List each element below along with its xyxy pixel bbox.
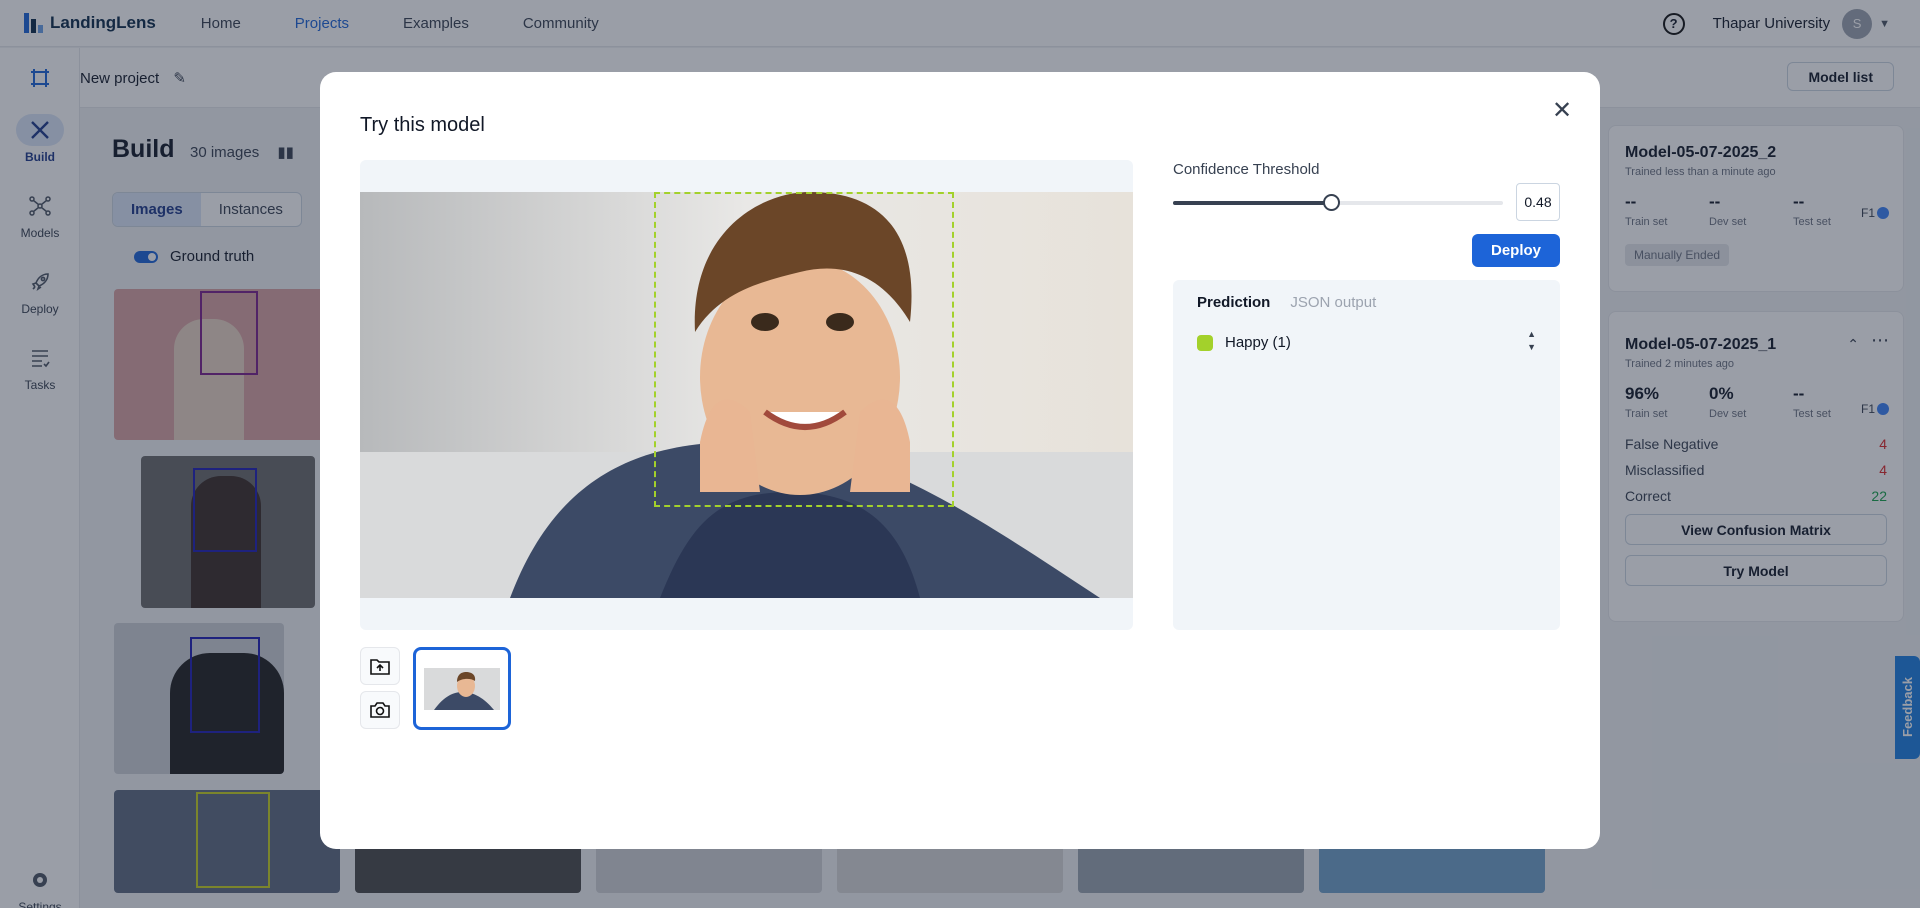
confidence-threshold-slider[interactable] <box>1173 194 1503 211</box>
tab-json-output[interactable]: JSON output <box>1290 294 1376 311</box>
prediction-image <box>360 192 1133 598</box>
threshold-input[interactable]: 0.48 <box>1516 183 1560 221</box>
prediction-item[interactable]: Happy (1) <box>1197 334 1291 351</box>
camera-icon[interactable] <box>360 691 400 729</box>
upload-icon[interactable] <box>360 647 400 685</box>
class-color-swatch <box>1197 334 1213 351</box>
prediction-class-label: Happy (1) <box>1225 334 1291 351</box>
stepper-icon[interactable]: ▲ ▼ <box>1527 328 1536 354</box>
slider-handle[interactable] <box>1323 194 1341 211</box>
selected-image-thumbnail[interactable] <box>413 647 511 730</box>
tab-prediction[interactable]: Prediction <box>1197 294 1270 311</box>
dialog-title: Try this model <box>360 114 485 136</box>
confidence-threshold-label: Confidence Threshold <box>1173 161 1320 178</box>
slider-fill <box>1173 201 1332 205</box>
prediction-bounding-box <box>654 192 954 507</box>
prediction-panel: Prediction JSON output Happy (1) ▲ ▼ <box>1173 280 1560 630</box>
close-icon[interactable]: ✕ <box>1548 96 1576 124</box>
deploy-button[interactable]: Deploy <box>1472 234 1560 267</box>
prediction-canvas <box>360 160 1133 630</box>
thumbnail-image <box>424 667 500 710</box>
try-model-dialog: Try this model ✕ Confidence Threshold 0.… <box>320 72 1600 849</box>
prediction-tabs: Prediction JSON output <box>1197 294 1376 311</box>
